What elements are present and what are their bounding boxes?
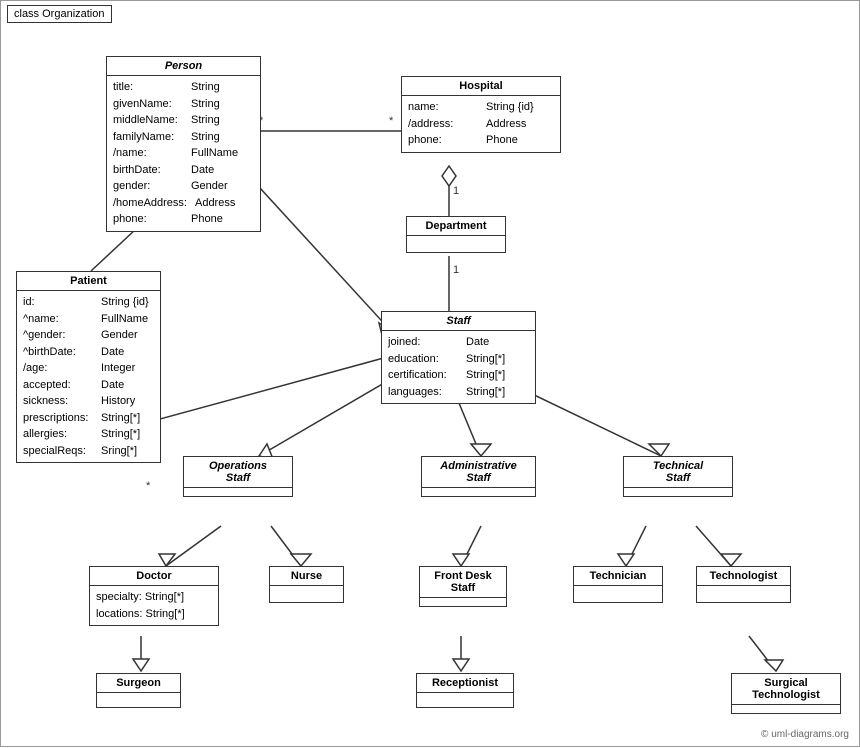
- class-technologist: Technologist: [696, 566, 791, 603]
- class-staff-body: joined:Date education:String[*] certific…: [382, 331, 535, 403]
- class-hospital-header: Hospital: [402, 77, 560, 96]
- class-patient-header: Patient: [17, 272, 160, 291]
- class-department: Department: [406, 216, 506, 253]
- class-operations-staff-header: OperationsStaff: [184, 457, 292, 488]
- class-receptionist: Receptionist: [416, 673, 514, 708]
- class-front-desk-staff: Front DeskStaff: [419, 566, 507, 607]
- class-staff: Staff joined:Date education:String[*] ce…: [381, 311, 536, 404]
- class-surgical-technologist-body: [732, 705, 840, 713]
- class-surgeon-header: Surgeon: [97, 674, 180, 693]
- class-surgeon-body: [97, 693, 180, 707]
- class-person: Person title:String givenName:String mid…: [106, 56, 261, 232]
- class-patient-body: id:String {id} ^name:FullName ^gender:Ge…: [17, 291, 160, 462]
- svg-text:*: *: [146, 480, 151, 492]
- class-technician-body: [574, 586, 662, 602]
- class-operations-staff-body: [184, 488, 292, 496]
- svg-text:1: 1: [453, 264, 459, 276]
- class-surgical-technologist: SurgicalTechnologist: [731, 673, 841, 714]
- class-surgical-technologist-header: SurgicalTechnologist: [732, 674, 840, 705]
- class-surgeon: Surgeon: [96, 673, 181, 708]
- class-technical-staff-header: TechnicalStaff: [624, 457, 732, 488]
- diagram-title: class Organization: [7, 5, 112, 23]
- class-department-body: [407, 236, 505, 252]
- class-technical-staff: TechnicalStaff: [623, 456, 733, 497]
- class-person-header: Person: [107, 57, 260, 76]
- class-nurse-body: [270, 586, 343, 602]
- svg-text:*: *: [389, 115, 394, 127]
- class-nurse: Nurse: [269, 566, 344, 603]
- class-doctor-body: specialty: String[*] locations: String[*…: [90, 586, 218, 625]
- class-technical-staff-body: [624, 488, 732, 496]
- class-administrative-staff-header: AdministrativeStaff: [422, 457, 535, 488]
- class-hospital-body: name:String {id} /address:Address phone:…: [402, 96, 560, 152]
- class-patient: Patient id:String {id} ^name:FullName ^g…: [16, 271, 161, 463]
- class-technician: Technician: [573, 566, 663, 603]
- class-nurse-header: Nurse: [270, 567, 343, 586]
- class-technologist-header: Technologist: [697, 567, 790, 586]
- class-hospital: Hospital name:String {id} /address:Addre…: [401, 76, 561, 153]
- class-technician-header: Technician: [574, 567, 662, 586]
- class-person-body: title:String givenName:String middleName…: [107, 76, 260, 231]
- class-front-desk-staff-header: Front DeskStaff: [420, 567, 506, 598]
- diagram-container: class Organization * * 1 * 1 *: [0, 0, 860, 747]
- class-administrative-staff-body: [422, 488, 535, 496]
- class-doctor-header: Doctor: [90, 567, 218, 586]
- class-receptionist-body: [417, 693, 513, 707]
- class-staff-header: Staff: [382, 312, 535, 331]
- class-department-header: Department: [407, 217, 505, 236]
- class-front-desk-staff-body: [420, 598, 506, 606]
- class-technologist-body: [697, 586, 790, 602]
- copyright-text: © uml-diagrams.org: [761, 729, 849, 740]
- class-doctor: Doctor specialty: String[*] locations: S…: [89, 566, 219, 626]
- class-receptionist-header: Receptionist: [417, 674, 513, 693]
- class-operations-staff: OperationsStaff: [183, 456, 293, 497]
- svg-text:1: 1: [453, 185, 459, 197]
- class-administrative-staff: AdministrativeStaff: [421, 456, 536, 497]
